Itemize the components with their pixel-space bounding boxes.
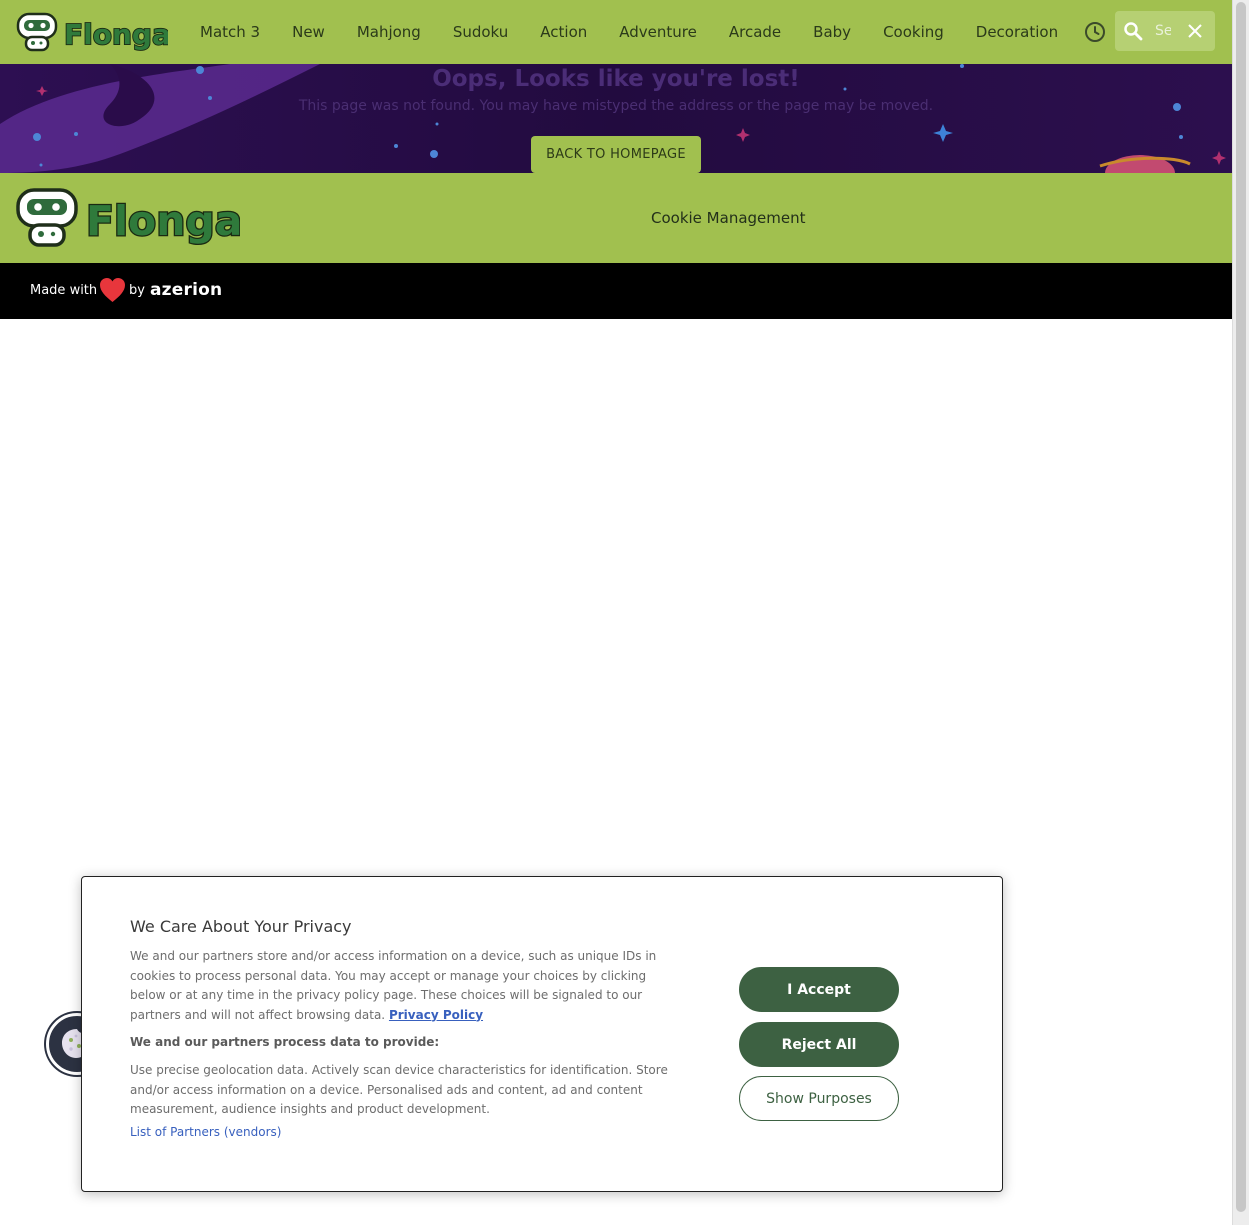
- nav-item-cooking[interactable]: Cooking: [867, 23, 960, 41]
- site-footer: Flonga Cookie Management: [0, 173, 1232, 263]
- close-icon[interactable]: [1185, 21, 1205, 41]
- robot-logo-icon: Flonga: [16, 12, 172, 52]
- nav-item-arcade[interactable]: Arcade: [713, 23, 797, 41]
- accept-button[interactable]: I Accept: [739, 967, 899, 1012]
- category-nav: Match 3 New Mahjong Sudoku Action Advent…: [184, 0, 1074, 64]
- svg-text:Flonga: Flonga: [64, 18, 168, 51]
- page: Flonga Match 3 New Mahjong Sudoku Action…: [0, 0, 1232, 1225]
- back-to-homepage-button[interactable]: BACK TO HOMEPAGE: [531, 136, 701, 173]
- consent-title: We Care About Your Privacy: [130, 917, 352, 936]
- nav-item-baby[interactable]: Baby: [797, 23, 867, 41]
- history-icon[interactable]: [1083, 20, 1107, 44]
- nav-item-match-3[interactable]: Match 3: [184, 23, 276, 41]
- flonga-logo[interactable]: Flonga: [16, 11, 172, 53]
- reject-all-button[interactable]: Reject All: [739, 1022, 899, 1067]
- privacy-policy-link[interactable]: Privacy Policy: [389, 1008, 483, 1022]
- cookie-management-link[interactable]: Cookie Management: [651, 209, 806, 227]
- nav-item-sudoku[interactable]: Sudoku: [437, 23, 524, 41]
- heart-icon: [99, 277, 126, 303]
- page-scrollbar[interactable]: [1232, 0, 1249, 1225]
- made-with-label: Made with: [30, 283, 98, 298]
- privacy-consent-dialog: We Care About Your Privacy We and our pa…: [81, 876, 1003, 1192]
- made-with-bar: Made with by azerion: [0, 263, 1232, 319]
- error-title: Oops, Looks like you're lost!: [432, 66, 800, 92]
- nav-item-new[interactable]: New: [276, 23, 341, 41]
- search-box: [1115, 11, 1215, 51]
- scrollbar-thumb[interactable]: [1236, 2, 1246, 1212]
- consent-subheading: We and our partners process data to prov…: [130, 1035, 440, 1049]
- not-found-banner: Oops, Looks like you're lost! This page …: [0, 64, 1232, 173]
- error-message: This page was not found. You may have mi…: [298, 98, 934, 114]
- robot-logo-icon: Flonga: [16, 188, 244, 247]
- show-purposes-button[interactable]: Show Purposes: [739, 1076, 899, 1121]
- svg-text:Flonga: Flonga: [86, 197, 240, 245]
- nav-item-action[interactable]: Action: [524, 23, 603, 41]
- top-navbar: Flonga Match 3 New Mahjong Sudoku Action…: [0, 0, 1232, 64]
- azerion-logo[interactable]: azerion: [150, 280, 222, 300]
- consent-purposes-text: Use precise geolocation data. Actively s…: [130, 1063, 668, 1116]
- nav-item-adventure[interactable]: Adventure: [603, 23, 713, 41]
- vendors-list-link[interactable]: List of Partners (vendors): [130, 1125, 281, 1139]
- nav-item-mahjong[interactable]: Mahjong: [341, 23, 437, 41]
- flonga-footer-logo[interactable]: Flonga: [16, 187, 244, 249]
- consent-description: We and our partners store and/or access …: [130, 947, 670, 1025]
- nav-item-decoration[interactable]: Decoration: [960, 23, 1074, 41]
- search-icon[interactable]: [1123, 21, 1143, 41]
- search-input[interactable]: [1155, 21, 1171, 41]
- by-label: by: [129, 283, 145, 298]
